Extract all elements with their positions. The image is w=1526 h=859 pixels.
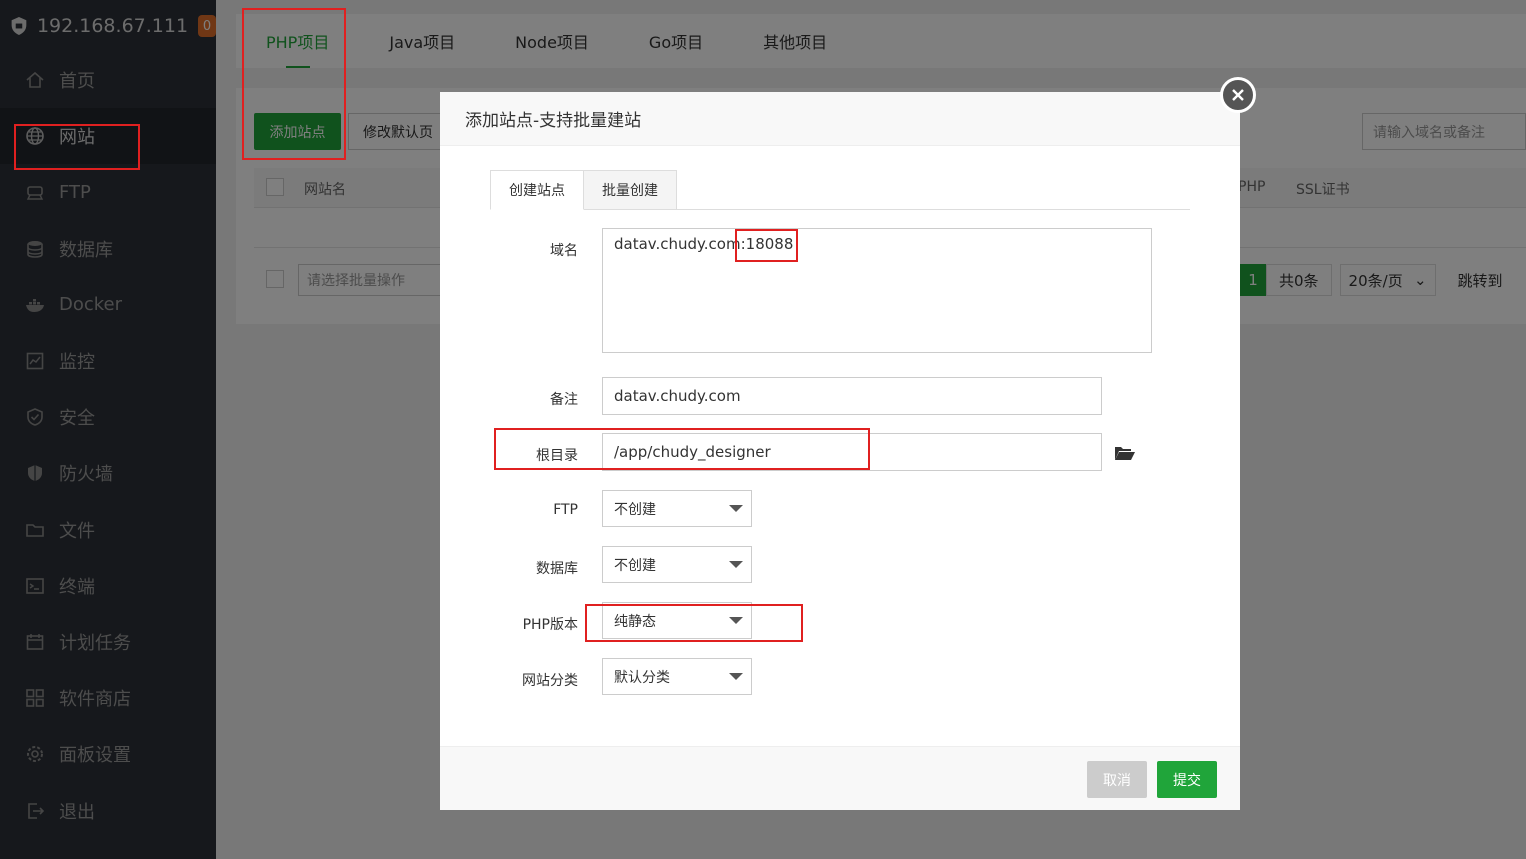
dialog-footer: 取消 提交	[440, 746, 1240, 810]
domain-value: datav.chudy.com	[614, 235, 741, 253]
close-icon	[1232, 89, 1244, 101]
close-dialog-button[interactable]	[1220, 77, 1256, 113]
folder-open-icon[interactable]	[1114, 444, 1136, 462]
cancel-button[interactable]: 取消	[1087, 761, 1147, 798]
category-value: 默认分类	[614, 669, 670, 686]
ftp-label: FTP	[553, 502, 578, 518]
caret-down-icon	[729, 673, 743, 680]
category-label: 网站分类	[522, 673, 578, 689]
highlight-php-tab	[242, 8, 346, 160]
ftp-select-value: 不创建	[614, 501, 656, 518]
dialog-tabs: 创建站点 批量创建	[490, 170, 1190, 210]
remark-label: 备注	[550, 392, 578, 408]
highlight-php-version	[585, 604, 803, 642]
domain-label: 域名	[550, 243, 578, 259]
highlight-port	[735, 229, 798, 262]
php-version-label: PHP版本	[522, 617, 578, 633]
caret-down-icon	[729, 561, 743, 568]
database-label: 数据库	[536, 561, 578, 577]
remark-input[interactable]: datav.chudy.com	[602, 377, 1102, 415]
highlight-website-nav	[14, 124, 140, 170]
category-select[interactable]: 默认分类	[602, 658, 752, 695]
domain-textarea[interactable]: datav.chudy.com:18088	[602, 228, 1152, 353]
tab-batch-create[interactable]: 批量创建	[584, 170, 677, 210]
caret-down-icon	[729, 505, 743, 512]
submit-button[interactable]: 提交	[1157, 761, 1217, 798]
dialog-title: 添加站点-支持批量建站	[440, 92, 1240, 146]
ftp-select[interactable]: 不创建	[602, 490, 752, 527]
database-select-value: 不创建	[614, 557, 656, 574]
database-select[interactable]: 不创建	[602, 546, 752, 583]
tab-create-site[interactable]: 创建站点	[490, 170, 584, 210]
highlight-root-dir	[494, 428, 870, 470]
